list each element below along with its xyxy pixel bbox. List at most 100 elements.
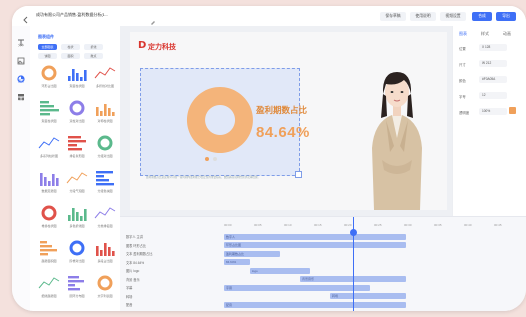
tab-animation[interactable]: 动画: [503, 31, 511, 37]
property-input[interactable]: 12: [479, 92, 507, 99]
playhead-handle[interactable]: [350, 229, 357, 236]
ruler-tick-label: 00:25: [374, 223, 382, 227]
chart-thumbnail-label: 渐变柱状图: [41, 119, 57, 123]
timeline-clip[interactable]: 转场: [330, 293, 406, 299]
chart-thumbnail[interactable]: [66, 64, 88, 82]
ruler-tick-label: 00:15: [314, 223, 322, 227]
property-input[interactable]: #F0A05A: [479, 76, 507, 83]
timeline-clip[interactable]: 配音: [224, 301, 406, 308]
ruler-tick-label: 00:20: [344, 223, 352, 227]
video-stage[interactable]: D 定力科技 盈利期数占比 84.64% 盈利期数占比是反映公司在一段时期内盈利…: [130, 32, 447, 210]
logo-text: 定力科技: [148, 44, 176, 51]
chip-all[interactable]: 全部图表: [38, 44, 57, 50]
chart-thumbnail-label: 阶梯对比图: [69, 259, 85, 263]
chart-thumbnail[interactable]: [94, 204, 116, 222]
chart-thumbnail[interactable]: [66, 274, 88, 292]
rail-label: 模板: [17, 97, 24, 101]
chart-thumbnail[interactable]: [94, 169, 116, 187]
chart-thumbnail[interactable]: [94, 99, 116, 117]
ruler-tick-label: 00:00: [224, 223, 232, 227]
chart-thumbnail[interactable]: [66, 134, 88, 152]
track-name: 图表 环形占比: [126, 243, 147, 248]
chart-thumbnail[interactable]: [38, 99, 60, 117]
chart-thumbnail[interactable]: [38, 239, 60, 257]
property-label: 透明度: [459, 111, 470, 115]
property-input[interactable]: X 128: [479, 44, 507, 51]
chip-scatter[interactable]: 散点: [84, 53, 103, 59]
timeline-clip[interactable]: 数字人: [224, 233, 406, 240]
caption-text: 盈利期数占比是反映公司在一段时期内盈利能力稳定性的重要指标，数值越高说明经营状况…: [146, 176, 261, 179]
canvas-area: D 定力科技 盈利期数占比 84.64% 盈利期数占比是反映公司在一段时期内盈利…: [120, 26, 452, 216]
chip-area[interactable]: 面积: [61, 53, 80, 59]
chip-pie[interactable]: 饼图: [38, 53, 57, 59]
carousel-dot-active: [205, 157, 209, 161]
properties-panel: 图表 样式 动画 位置 X 128 尺寸 W 212 颜色 #F0A05A 字号 12 透明度 1…: [452, 26, 526, 216]
back-icon[interactable]: [22, 11, 30, 24]
track-name: 文本 84.64%: [126, 260, 145, 265]
chart-thumbnail-label: 分组色块图: [97, 189, 113, 193]
timeline-clip[interactable]: 字幕: [224, 284, 370, 291]
color-swatch[interactable]: [509, 107, 516, 114]
track-name: 配音: [126, 303, 133, 307]
chip-bar[interactable]: 柱状: [61, 44, 80, 50]
timeline-clip[interactable]: logo: [250, 267, 310, 274]
timeline-clip[interactable]: 环形占比图: [224, 242, 406, 248]
ruler-tick-label: 00:10: [284, 223, 292, 227]
chart-thumbnail[interactable]: [38, 134, 60, 152]
property-label: 位置: [459, 47, 466, 51]
ruler-tick-label: 00:35: [434, 223, 442, 227]
chart-thumbnail[interactable]: [66, 169, 88, 187]
chart-thumbnail[interactable]: [94, 274, 116, 292]
chart-thumbnail[interactable]: [66, 99, 88, 117]
edit-title-icon[interactable]: [150, 12, 156, 25]
app-window: 成功有限公司产品销售-盈利数据分析(1... 保存草稿 使用说明 视频设置 合成…: [12, 6, 526, 311]
property-input[interactable]: 100%: [479, 108, 507, 115]
tab-style[interactable]: 样式: [481, 31, 489, 37]
chart-thumbnail-label: 多折线对比图: [95, 84, 114, 88]
chart-thumbnail-label: 双柱对比图: [69, 119, 85, 123]
presenter-avatar[interactable]: [362, 60, 432, 210]
timeline-clip[interactable]: 盈利期数占比: [224, 250, 280, 257]
track-name: 文本 盈利期数占比: [126, 252, 153, 256]
timeline-ruler[interactable]: 00:00 00:05 00:10 00:15 00:20 00:25 00:30 00:35…: [120, 223, 526, 231]
timeline-track: 图表 环形占比 环形占比图: [120, 242, 526, 249]
help-button[interactable]: 使用说明: [410, 12, 436, 21]
timeline-clip[interactable]: 84.64%: [224, 259, 250, 265]
chart-thumbnail[interactable]: [38, 64, 60, 82]
media-icon: [17, 52, 25, 65]
track-name: 数字人 主讲: [126, 235, 143, 239]
chart-thumbnail[interactable]: [38, 169, 60, 187]
track-name: 转场: [126, 294, 133, 299]
timeline: 00:00 00:05 00:10 00:15 00:20 00:25 00:30 00:35…: [120, 216, 526, 311]
timeline-track: 背景 音乐 背景音乐: [120, 276, 526, 283]
property-input[interactable]: W 212: [479, 60, 507, 67]
chart-thumbnail-label: 分类排名图: [97, 224, 113, 228]
panel-title: 图表组件: [38, 34, 54, 39]
project-title: 成功有限公司产品销售-盈利数据分析(1...: [36, 12, 109, 17]
chart-thumbnail[interactable]: [66, 239, 88, 257]
chart-thumbnail[interactable]: [94, 64, 116, 82]
chart-thumbnail[interactable]: [38, 204, 60, 222]
chart-thumbnail[interactable]: [38, 274, 60, 292]
timeline-track: 配音 配音: [120, 301, 526, 308]
timeline-track: 图片 logo logo: [120, 267, 526, 274]
save-draft-button[interactable]: 保存草稿: [380, 12, 406, 21]
track-name: 图片 logo: [126, 269, 140, 273]
video-settings-button[interactable]: 视频设置: [440, 12, 466, 21]
chart-thumbnail-label: 环形占比图: [41, 84, 57, 88]
rail-label: 素材: [17, 61, 24, 65]
track-name: 背景 音乐: [126, 277, 140, 282]
chip-line[interactable]: 折线: [84, 44, 103, 50]
timeline-track: 数字人 主讲 数字人: [120, 233, 526, 240]
export-button[interactable]: 导出: [496, 12, 516, 21]
chart-thumbnail[interactable]: [94, 134, 116, 152]
tab-chart[interactable]: 图表: [459, 31, 467, 37]
metric-value: 84.64%: [256, 124, 310, 141]
chart-thumbnail[interactable]: [94, 239, 116, 257]
property-label: 尺寸: [459, 63, 466, 67]
ruler-tick-label: 00:40: [464, 223, 472, 227]
chart-thumbnail[interactable]: [66, 204, 88, 222]
metric-label: 盈利期数占比: [256, 105, 308, 115]
compose-button[interactable]: 合成: [472, 12, 492, 21]
selected-chart-box[interactable]: [140, 68, 302, 178]
